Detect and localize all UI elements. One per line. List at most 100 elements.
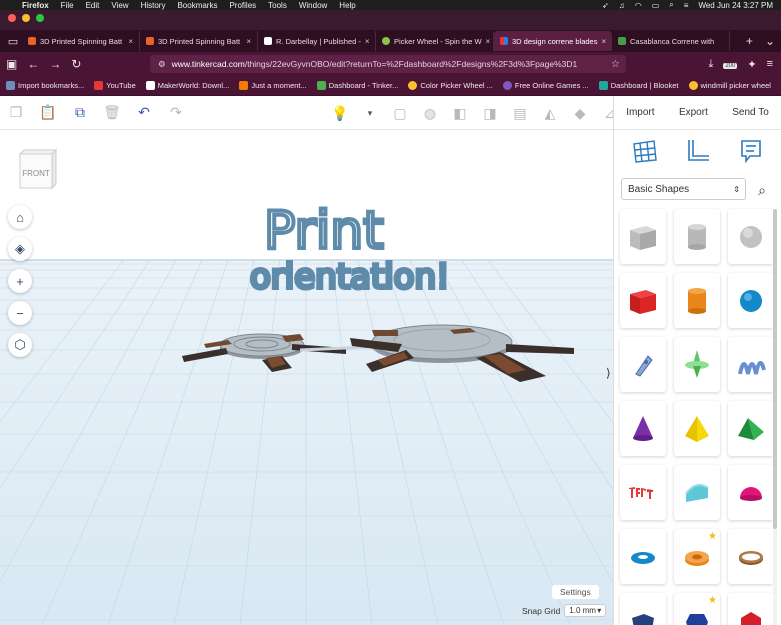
dropdown-icon[interactable]: ▾ (360, 103, 380, 123)
zoom-in-icon[interactable]: + (8, 269, 32, 293)
shape-sphere[interactable] (728, 273, 774, 328)
shape-box[interactable] (620, 273, 666, 328)
menu-view[interactable]: View (111, 1, 128, 10)
home-view-icon[interactable]: ⌂ (8, 205, 32, 229)
fit-view-icon[interactable]: ◈ (8, 237, 32, 261)
back-icon[interactable]: ← (27, 57, 39, 71)
downloads-icon[interactable]: ⤓ (708, 58, 713, 71)
settings-button[interactable]: Settings (552, 585, 599, 599)
shape-polygon[interactable] (620, 593, 666, 625)
send-to-button[interactable]: Send To (732, 107, 769, 118)
shape-pyramid[interactable] (674, 401, 720, 456)
shape-coil[interactable] (728, 337, 774, 392)
shape-spinner-top[interactable] (674, 337, 720, 392)
bookmark-import[interactable]: Import bookmarks... (6, 81, 84, 90)
snap-grid-select[interactable]: 1.0 mm ▾ (564, 604, 607, 617)
close-icon[interactable]: × (486, 37, 491, 46)
extension-badge[interactable]: 200 (723, 58, 738, 70)
site-info-icon[interactable]: ⚙ (158, 59, 166, 70)
shape-box-hole[interactable] (620, 209, 666, 264)
notes-panel-icon[interactable] (738, 138, 764, 167)
shape-hexagon[interactable]: ★ (674, 593, 720, 625)
bookmark-star-icon[interactable]: ☆ (611, 59, 620, 70)
bookmark-blooket[interactable]: Dashboard | Blooket (598, 81, 679, 90)
shape-roof[interactable] (728, 401, 774, 456)
grid-view-icon[interactable] (632, 138, 658, 167)
workplane-canvas[interactable]: Print orientation! FRONT ⌂ ◈ + − ⬡ ⟩ Set… (0, 130, 613, 625)
shape-text[interactable] (620, 465, 666, 520)
mirror-icon[interactable]: ◭ (540, 103, 560, 123)
redo-icon[interactable]: ↷ (166, 103, 186, 123)
reload-icon[interactable]: ↻ (71, 57, 81, 71)
battery-icon[interactable]: ▭ (652, 1, 660, 10)
menu-file[interactable]: File (61, 1, 74, 10)
panel-collapse-icon[interactable]: ⟩ (606, 366, 611, 380)
menu-history[interactable]: History (141, 1, 166, 10)
group-icon[interactable]: ◧ (450, 103, 470, 123)
shape-cylinder[interactable] (674, 273, 720, 328)
close-icon[interactable]: × (365, 37, 370, 46)
list-tabs-icon[interactable]: ⌄ (765, 34, 775, 48)
wifi-icon[interactable]: ◠ (635, 1, 642, 10)
tab-3d-design-active[interactable]: 3D design correne blades × (494, 31, 612, 51)
menu-app-name[interactable]: Firefox (22, 1, 49, 10)
menu-profiles[interactable]: Profiles (229, 1, 256, 10)
tab-darbellay[interactable]: R. Darbellay | Published - × (258, 31, 376, 51)
align-icon[interactable]: ▤ (510, 103, 530, 123)
extensions-icon[interactable]: ✦ (747, 58, 756, 71)
tab-picker-wheel[interactable]: Picker Wheel - Spin the W × (376, 31, 494, 51)
tab-casablanca[interactable]: Casablanca Correne with (612, 31, 730, 51)
tab-spinning-batt-2[interactable]: 3D Printed Spinning Batt × (140, 31, 258, 51)
shapes-scrollbar-thumb[interactable] (773, 209, 777, 529)
shape-half-sphere[interactable] (728, 465, 774, 520)
shape-cone[interactable] (620, 401, 666, 456)
bookmark-tinkercad[interactable]: Dashboard - Tinker... (316, 81, 398, 90)
menu-edit[interactable]: Edit (86, 1, 100, 10)
ungroup-icon[interactable]: ◨ (480, 103, 500, 123)
menu-bookmarks[interactable]: Bookmarks (177, 1, 217, 10)
bookmark-free-games[interactable]: Free Online Games ... (502, 81, 589, 90)
sidebar-toggle-icon[interactable]: ▣ (6, 57, 17, 71)
perspective-icon[interactable]: ⬡ (8, 333, 32, 357)
shape-cylinder-hole[interactable] (674, 209, 720, 264)
menu-help[interactable]: Help (339, 1, 355, 10)
minimize-window-icon[interactable] (22, 14, 30, 22)
paste-icon[interactable]: 📋 (38, 103, 58, 123)
shape-sphere-hole[interactable] (728, 209, 774, 264)
close-icon[interactable]: × (246, 37, 251, 46)
undo-icon[interactable]: ↶ (134, 103, 154, 123)
menu-tools[interactable]: Tools (268, 1, 287, 10)
address-bar[interactable]: ⚙ www.tinkercad.com/things/22evGyvnOBO/e… (150, 55, 626, 73)
close-window-icon[interactable] (8, 14, 16, 22)
search-icon[interactable]: ⌕ (669, 0, 673, 10)
forward-icon[interactable]: → (49, 57, 61, 71)
shape-scribble[interactable] (620, 337, 666, 392)
note-icon[interactable]: ▢ (390, 103, 410, 123)
tab-overview-icon[interactable]: ▭ (4, 35, 22, 48)
zoom-window-icon[interactable] (36, 14, 44, 22)
import-button[interactable]: Import (626, 107, 654, 118)
rocket-icon[interactable]: ➶ (602, 1, 609, 10)
shape-torus[interactable] (620, 529, 666, 584)
comment-icon[interactable]: ◍ (420, 103, 440, 123)
shape-tube[interactable]: ★ (674, 529, 720, 584)
control-center-icon[interactable]: ≡ (684, 1, 689, 10)
duplicate-icon[interactable]: ⧉ (70, 103, 90, 123)
shape-ring[interactable] (728, 529, 774, 584)
shape-category-select[interactable]: Basic Shapes ⇕ (621, 178, 746, 200)
ruler-panel-icon[interactable] (685, 138, 711, 167)
bookmark-just-a-moment[interactable]: Just a moment... (239, 81, 307, 90)
zoom-out-icon[interactable]: − (8, 301, 32, 325)
search-icon[interactable]: ⌕ (752, 180, 772, 200)
menu-window[interactable]: Window (299, 1, 327, 10)
shape-half-cylinder[interactable] (674, 465, 720, 520)
close-icon[interactable]: × (128, 37, 133, 46)
bookmark-makerworld[interactable]: MakerWorld: Downl... (145, 81, 229, 90)
bookmark-youtube[interactable]: YouTube (94, 81, 136, 90)
bookmark-windmill[interactable]: windmill picker wheel (688, 81, 771, 90)
close-icon[interactable]: × (601, 37, 606, 46)
shape-icosahedron[interactable] (728, 593, 774, 625)
menubar-clock[interactable]: Wed Jun 24 3:27 PM (698, 1, 773, 10)
new-tab-icon[interactable]: + (746, 34, 753, 48)
export-button[interactable]: Export (679, 107, 708, 118)
